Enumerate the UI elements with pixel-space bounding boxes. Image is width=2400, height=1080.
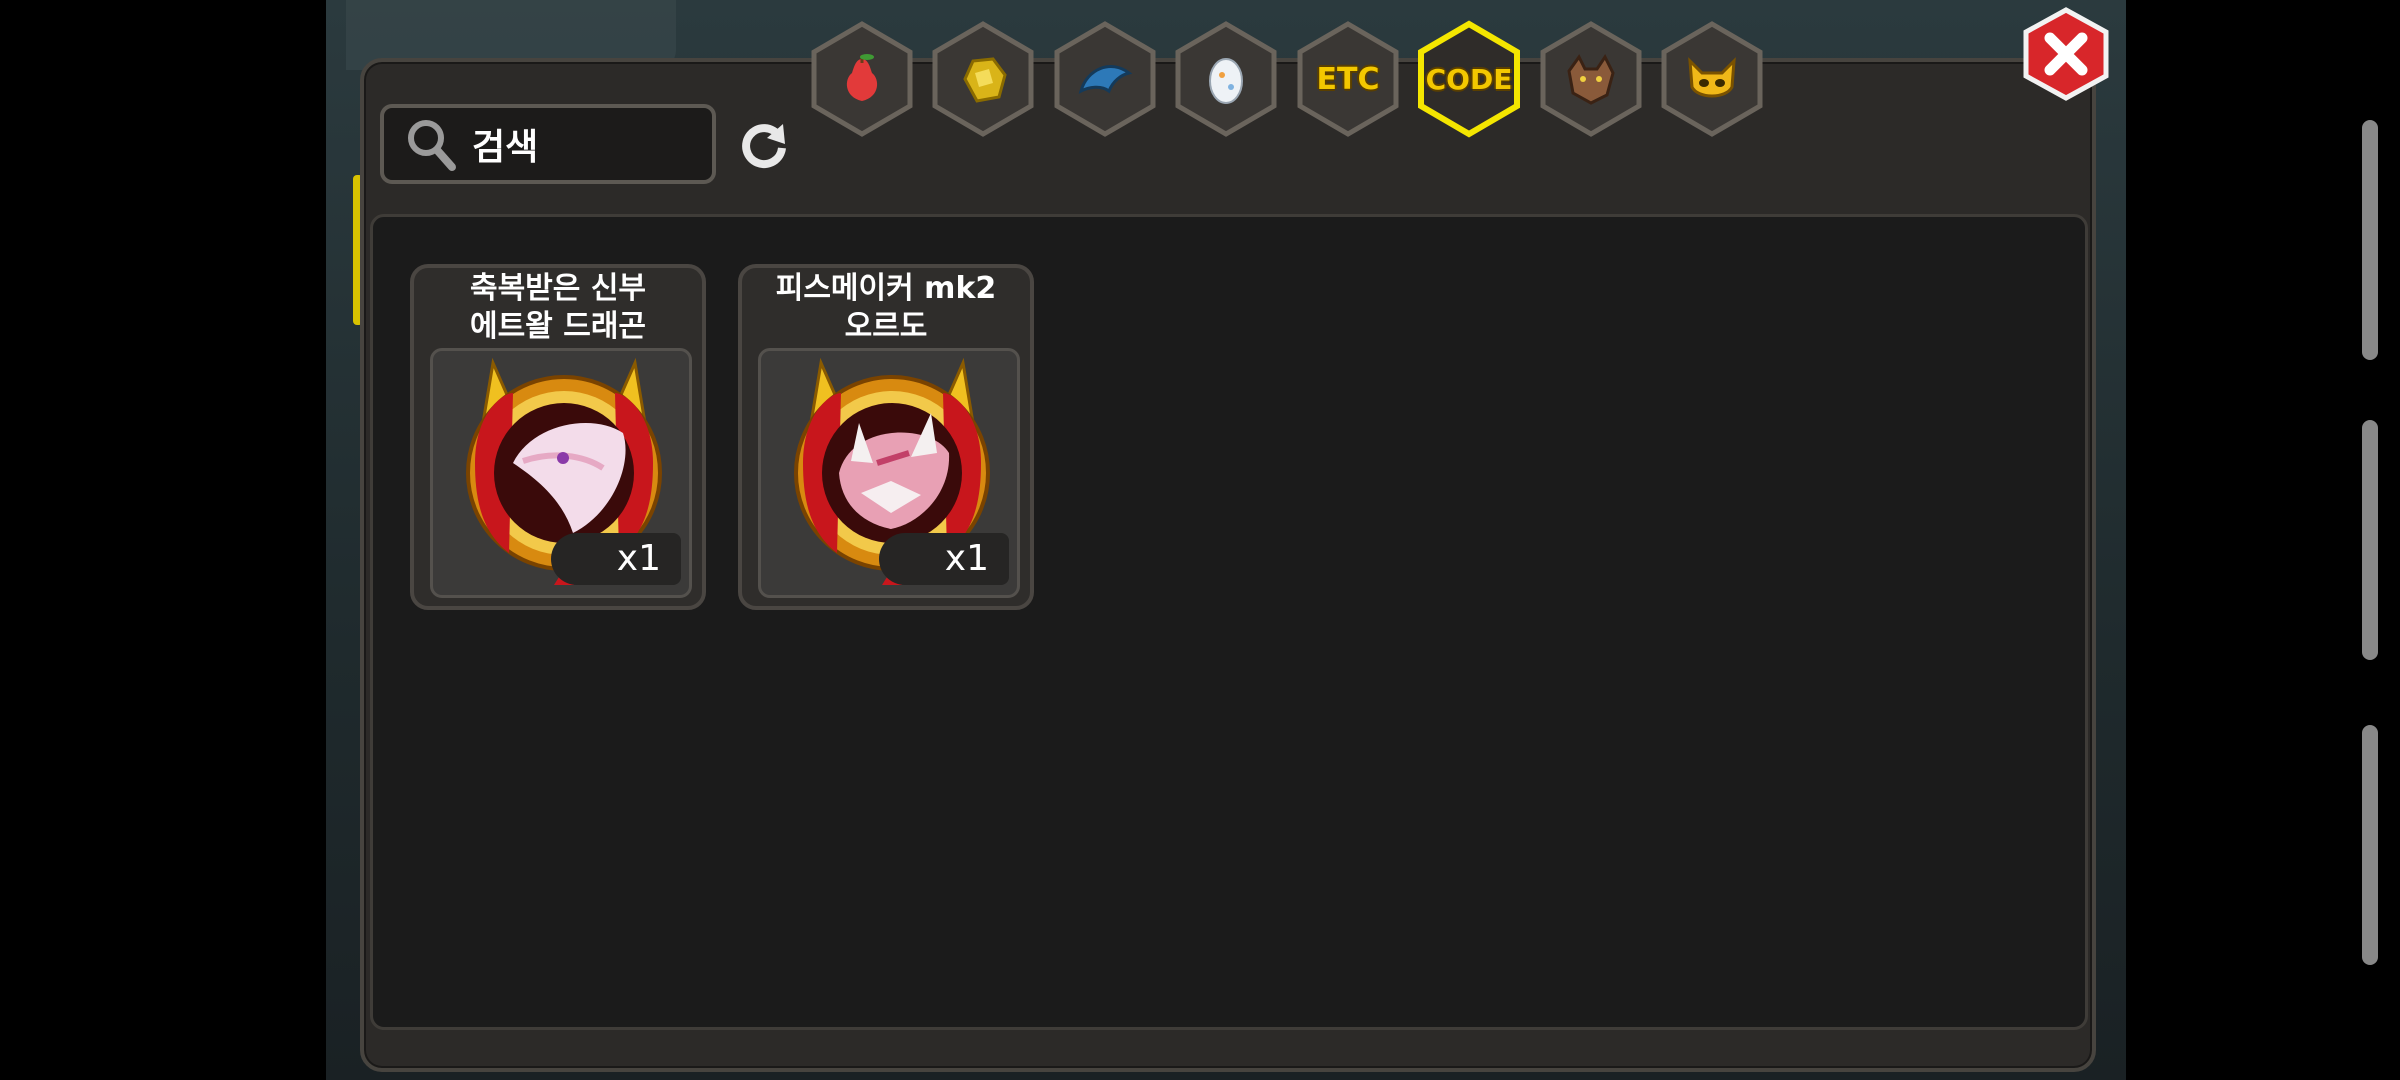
gold-nugget-icon [963, 57, 1007, 103]
tab-code-label: CODE [1425, 62, 1513, 96]
tab-code[interactable]: CODE [1415, 20, 1523, 138]
mask-icon [1688, 57, 1736, 98]
blue-shard-icon [1078, 65, 1133, 94]
tab-egg[interactable] [1172, 20, 1280, 138]
search-placeholder: 검색 [472, 127, 539, 168]
scrollbar-thumb[interactable] [2362, 420, 2378, 660]
item-name: 피스메이커 mk2 오르도 [775, 271, 997, 344]
item-card[interactable]: 피스메이커 mk2 오르도 x1 [738, 264, 1034, 610]
search-icon [408, 120, 456, 171]
tab-gold-nugget[interactable] [929, 20, 1037, 138]
refresh-button[interactable] [733, 114, 795, 176]
tab-mask[interactable] [1658, 20, 1766, 138]
item-quantity: x1 [879, 533, 1009, 585]
item-slot: x1 [430, 348, 692, 598]
pear-icon [846, 54, 878, 101]
close-button[interactable] [2022, 6, 2110, 102]
scrollbar-thumb[interactable] [2362, 725, 2378, 965]
scrollbar-thumb[interactable] [2362, 120, 2378, 360]
beast-icon [1567, 54, 1615, 105]
item-slot: x1 [758, 348, 1020, 598]
tab-beast[interactable] [1537, 20, 1645, 138]
tab-blue-shard[interactable] [1051, 20, 1159, 138]
tab-etc-label: ETC [1316, 61, 1380, 97]
item-card[interactable]: 축복받은 신부 에트왈 드래곤 x1 [410, 264, 706, 610]
item-quantity: x1 [551, 533, 681, 585]
tab-etc[interactable]: ETC [1294, 20, 1402, 138]
egg-icon [1209, 58, 1243, 104]
tab-fruit[interactable] [808, 20, 916, 138]
search-input[interactable]: 검색 [380, 104, 716, 184]
item-name: 축복받은 신부 에트왈 드래곤 [469, 271, 647, 344]
